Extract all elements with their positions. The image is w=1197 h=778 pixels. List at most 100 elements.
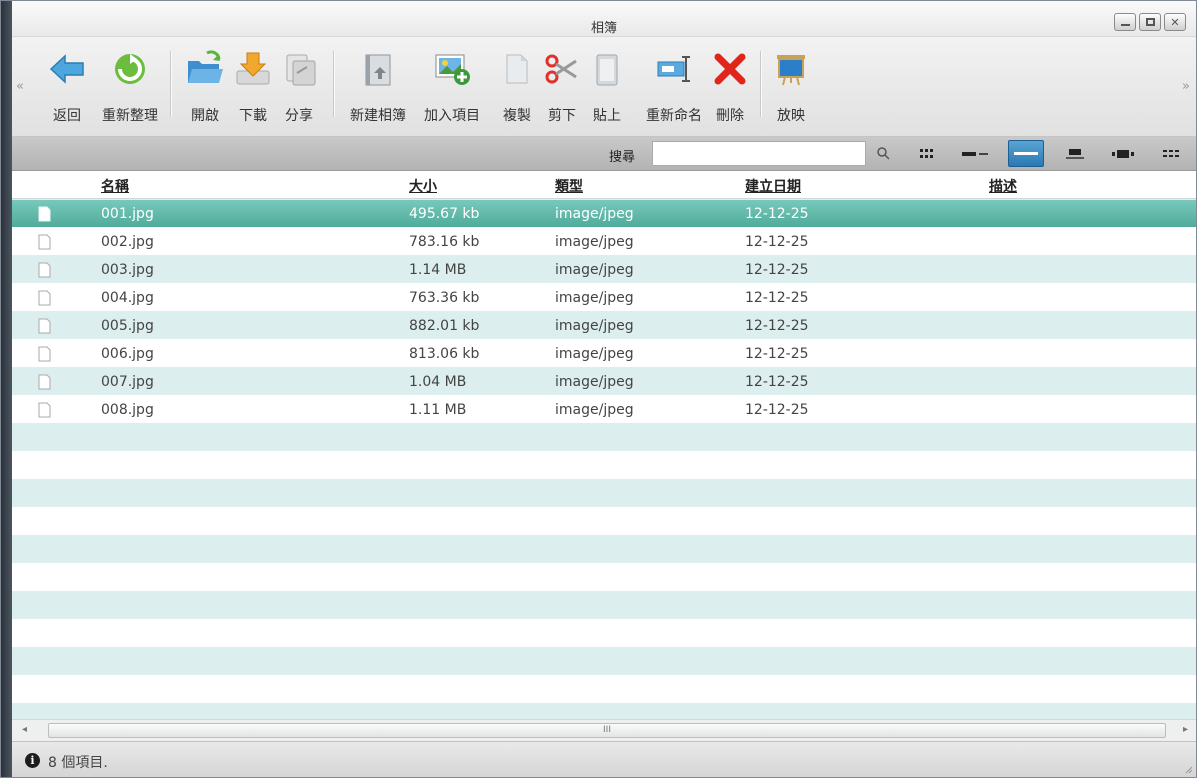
- filmstrip-view-button[interactable]: [1105, 140, 1141, 167]
- file-icon: [38, 346, 51, 362]
- cell-size: 495.67 kb: [409, 206, 480, 222]
- paste-label: 貼上: [593, 108, 621, 124]
- toolbar-separator: [760, 51, 761, 117]
- table-header: 名稱 大小 類型 建立日期 描述: [12, 171, 1196, 199]
- cell-date: 12-12-25: [745, 318, 809, 334]
- file-icon: [38, 290, 51, 306]
- maximize-icon: [1145, 18, 1155, 26]
- search-icon[interactable]: [876, 146, 890, 160]
- delete-label: 刪除: [716, 108, 744, 124]
- toolbar-separator: [333, 51, 334, 117]
- title-bar[interactable]: 相簿 ✕: [12, 1, 1196, 37]
- info-icon: i: [25, 753, 40, 768]
- file-icon: [38, 402, 51, 418]
- scroll-right-arrow[interactable]: ▸: [1183, 724, 1188, 735]
- window-left-edge: [1, 1, 12, 777]
- file-icon: [38, 234, 51, 250]
- close-icon: ✕: [1170, 15, 1180, 29]
- status-text: 8 個項目.: [48, 755, 108, 771]
- file-table: 名稱 大小 類型 建立日期 描述 001.jpg 495.67 kb image…: [12, 171, 1196, 719]
- back-arrow-icon: [47, 49, 87, 89]
- download-button[interactable]: 下載: [230, 47, 276, 129]
- window-title: 相簿: [590, 21, 617, 36]
- share-button[interactable]: 分享: [276, 47, 322, 129]
- list-view-icon: [962, 151, 988, 156]
- slideshow-button[interactable]: 放映: [768, 47, 814, 129]
- open-label: 開啟: [191, 108, 219, 124]
- scrollbar-grip-icon: III: [603, 725, 611, 735]
- tiles-view-button[interactable]: [1057, 140, 1093, 167]
- table-row[interactable]: 001.jpg 495.67 kb image/jpeg 12-12-25: [12, 200, 1196, 227]
- minimize-icon: [1120, 24, 1130, 26]
- table-row[interactable]: 008.jpg 1.11 MB image/jpeg 12-12-25: [12, 396, 1196, 423]
- add-item-button[interactable]: 加入項目: [417, 47, 487, 129]
- search-input[interactable]: [652, 141, 866, 166]
- cell-size: 763.36 kb: [409, 290, 480, 306]
- close-button[interactable]: ✕: [1164, 13, 1186, 31]
- table-row[interactable]: 007.jpg 1.04 MB image/jpeg 12-12-25: [12, 368, 1196, 395]
- cell-date: 12-12-25: [745, 346, 809, 362]
- cell-name: 004.jpg: [101, 290, 154, 306]
- refresh-label: 重新整理: [102, 108, 158, 124]
- resize-grip-icon[interactable]: [1183, 764, 1193, 774]
- cell-type: image/jpeg: [555, 206, 634, 222]
- cell-name: 007.jpg: [101, 374, 154, 390]
- refresh-button[interactable]: 重新整理: [102, 47, 158, 129]
- file-icon: [38, 206, 51, 222]
- paste-button[interactable]: 貼上: [586, 47, 628, 129]
- back-button[interactable]: 返回: [39, 47, 95, 129]
- minimize-button[interactable]: [1114, 13, 1136, 31]
- cell-type: image/jpeg: [555, 290, 634, 306]
- file-icon: [38, 318, 51, 334]
- toolbar: « » 返回 重新整理 開啟 下載 分享 新建相簿 加入項目 複製 剪下 貼上 …: [12, 37, 1196, 137]
- table-row[interactable]: 005.jpg 882.01 kb image/jpeg 12-12-25: [12, 312, 1196, 339]
- cell-date: 12-12-25: [745, 402, 809, 418]
- cell-type: image/jpeg: [555, 318, 634, 334]
- column-header-name[interactable]: 名稱: [101, 176, 129, 196]
- new-album-button[interactable]: 新建相簿: [343, 47, 413, 129]
- cell-name: 001.jpg: [101, 206, 154, 222]
- list-view-button[interactable]: [957, 140, 993, 167]
- maximize-button[interactable]: [1139, 13, 1161, 31]
- table-row[interactable]: 003.jpg 1.14 MB image/jpeg 12-12-25: [12, 256, 1196, 283]
- scroll-left-arrow[interactable]: ◂: [22, 724, 27, 735]
- cell-type: image/jpeg: [555, 402, 634, 418]
- table-row[interactable]: 002.jpg 783.16 kb image/jpeg 12-12-25: [12, 228, 1196, 255]
- column-header-date[interactable]: 建立日期: [745, 176, 801, 196]
- album-window: 相簿 ✕ « » 返回 重新整理 開啟 下載 分享 新建相簿 加入項目 複製 剪…: [0, 0, 1197, 778]
- rename-label: 重新命名: [646, 108, 702, 124]
- open-folder-icon: [185, 49, 225, 89]
- tiles-view-icon: [1066, 148, 1084, 159]
- column-header-type[interactable]: 類型: [555, 176, 583, 196]
- cell-date: 12-12-25: [745, 374, 809, 390]
- add-item-label: 加入項目: [424, 108, 480, 124]
- horizontal-scrollbar[interactable]: ◂ III ▸: [12, 719, 1196, 741]
- cell-type: image/jpeg: [555, 234, 634, 250]
- copy-label: 複製: [503, 108, 531, 124]
- cell-type: image/jpeg: [555, 262, 634, 278]
- delete-button[interactable]: 刪除: [709, 47, 751, 129]
- table-row[interactable]: 004.jpg 763.36 kb image/jpeg 12-12-25: [12, 284, 1196, 311]
- cell-type: image/jpeg: [555, 374, 634, 390]
- thumbnail-view-button[interactable]: [1153, 140, 1189, 167]
- toolbar-scroll-right[interactable]: »: [1182, 79, 1190, 94]
- search-label: 搜尋: [609, 150, 636, 165]
- rename-button[interactable]: 重新命名: [639, 47, 709, 129]
- filmstrip-view-icon: [1112, 149, 1134, 158]
- copy-button[interactable]: 複製: [496, 47, 538, 129]
- open-button[interactable]: 開啟: [182, 47, 228, 129]
- file-icon: [38, 262, 51, 278]
- icon-grid-view-button[interactable]: [909, 140, 945, 167]
- scrollbar-thumb[interactable]: III: [48, 723, 1166, 738]
- column-header-description[interactable]: 描述: [989, 176, 1017, 196]
- cut-button[interactable]: 剪下: [541, 47, 583, 129]
- details-view-button[interactable]: [1008, 140, 1044, 167]
- cell-date: 12-12-25: [745, 290, 809, 306]
- share-icon: [279, 49, 319, 89]
- column-header-size[interactable]: 大小: [409, 176, 437, 196]
- table-row[interactable]: 006.jpg 813.06 kb image/jpeg 12-12-25: [12, 340, 1196, 367]
- copy-icon: [497, 49, 537, 89]
- cut-label: 剪下: [548, 108, 576, 124]
- toolbar-scroll-left[interactable]: «: [16, 79, 24, 94]
- slideshow-icon: [771, 49, 811, 89]
